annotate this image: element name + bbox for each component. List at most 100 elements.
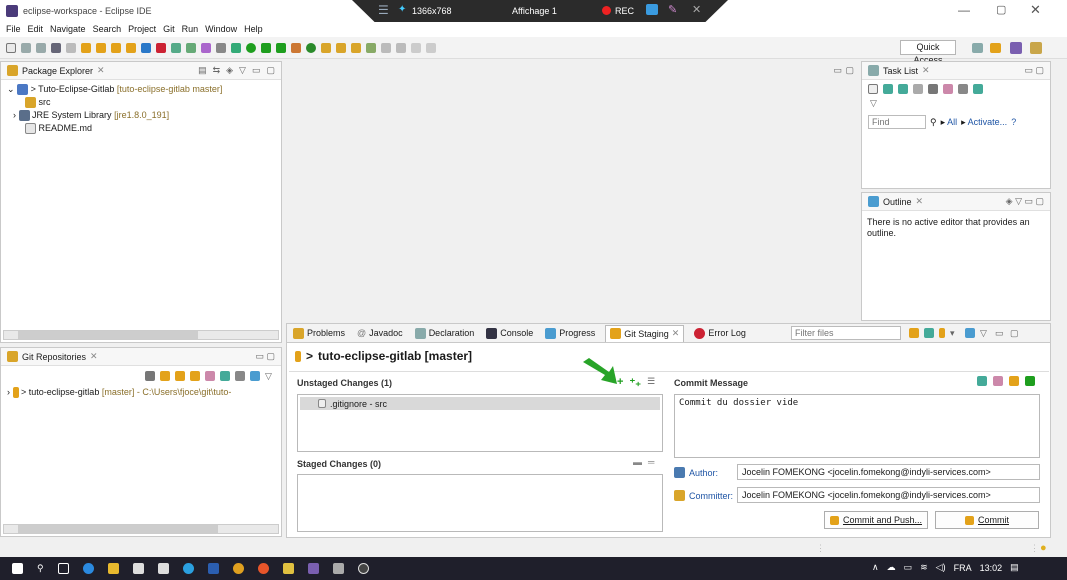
scrollbar-thumb[interactable] <box>18 525 218 533</box>
wifi-icon[interactable]: ≋ <box>920 562 928 573</box>
minimize-icon[interactable]: — <box>958 3 970 17</box>
clone-repo-icon[interactable] <box>175 371 185 381</box>
open-task-icon[interactable] <box>336 43 346 53</box>
link-selection-icon[interactable] <box>924 328 934 338</box>
view-menu-icon[interactable]: ▽ <box>862 98 1050 109</box>
git-repositories-title[interactable]: Git Repositories <box>22 352 86 362</box>
tip-icon[interactable]: ● <box>1040 542 1047 554</box>
view-controls[interactable]: ◈ ▽ ▭ ▢ <box>1006 196 1044 207</box>
mail-icon[interactable] <box>157 563 169 574</box>
all-link[interactable]: ▸ All <box>941 117 958 128</box>
language-indicator[interactable]: FRA <box>954 563 972 573</box>
git-pull-icon[interactable] <box>81 43 91 53</box>
view-controls[interactable]: ▭ ▢ <box>255 351 275 362</box>
menu-item-project[interactable]: Project <box>128 22 156 37</box>
save-icon[interactable] <box>21 43 31 53</box>
close-icon[interactable]: ✕ <box>1030 2 1041 18</box>
tree-item-repository[interactable]: › > tuto-eclipse-gitlab [master] - C:\Us… <box>7 386 275 399</box>
cloud-icon[interactable]: ☁ <box>887 562 896 573</box>
file-explorer-icon[interactable] <box>107 563 119 574</box>
repository-icon[interactable] <box>973 84 983 94</box>
search-icon[interactable] <box>366 43 376 53</box>
recorder-close-icon[interactable]: ✕ <box>692 3 701 16</box>
flat-view-icon[interactable] <box>250 371 260 381</box>
layout-icon[interactable] <box>235 371 245 381</box>
tree-item-src[interactable]: src <box>7 96 275 109</box>
git-sync-icon[interactable] <box>126 43 136 53</box>
add-repo-icon[interactable] <box>160 371 170 381</box>
push-head-icon[interactable] <box>909 328 919 338</box>
create-repo-icon[interactable] <box>190 371 200 381</box>
recorder-taskbar-icon[interactable] <box>357 563 369 574</box>
hide-completed-icon[interactable] <box>928 84 938 94</box>
activate-link[interactable]: ▸ Activate... <box>961 117 1007 128</box>
open-perspective-icon[interactable] <box>972 43 983 53</box>
categorized-icon[interactable] <box>883 84 893 94</box>
git-push-icon[interactable] <box>96 43 106 53</box>
gerrit-icon[interactable] <box>1009 376 1019 386</box>
prev-annotation-icon[interactable] <box>396 43 406 53</box>
sync-icon[interactable] <box>943 84 953 94</box>
commit-message-input[interactable]: Commit du dossier vide <box>674 394 1040 458</box>
recorder-rec-label[interactable]: REC <box>615 6 634 16</box>
commit-and-push-button[interactable]: Commit and Push... <box>824 511 928 529</box>
dropdown-icon[interactable]: ▾ <box>950 328 960 338</box>
close-view-icon[interactable]: ✕ <box>922 65 930 76</box>
new-task-icon[interactable] <box>868 84 878 94</box>
tab-git-staging[interactable]: Git Staging ✕ <box>605 324 685 342</box>
eclipse-taskbar-icon[interactable] <box>307 563 319 574</box>
presentation-icon[interactable] <box>965 328 975 338</box>
notes-icon[interactable] <box>282 563 294 574</box>
outline-title[interactable]: Outline <box>883 197 912 207</box>
refresh-icon[interactable] <box>205 371 215 381</box>
filter-files-input[interactable] <box>791 326 901 340</box>
task-list-title[interactable]: Task List <box>883 66 918 76</box>
filter-icon[interactable]: ⚲ <box>930 117 937 128</box>
author-field[interactable]: Jocelin FOMEKONG <jocelin.fomekong@indyl… <box>737 464 1040 480</box>
editor-minimize-icon[interactable]: ▭ <box>833 65 842 76</box>
task-find-input[interactable] <box>868 115 926 129</box>
add-all-to-index-icon[interactable]: ⁺₊ <box>629 376 641 389</box>
collapse-icon[interactable] <box>958 84 968 94</box>
commit-button[interactable]: Commit <box>935 511 1039 529</box>
tree-item-project[interactable]: ⌄ > Tuto-Eclipse-Gitlab [tuto-eclipse-gi… <box>7 83 275 96</box>
annotation-icon[interactable] <box>381 43 391 53</box>
view-menu-icon[interactable]: ▽ <box>239 65 246 76</box>
save-all-icon[interactable] <box>36 43 46 53</box>
tree-item-readme[interactable]: README.md <box>7 122 275 135</box>
word-icon[interactable] <box>207 563 219 574</box>
notifications-icon[interactable]: ▤ <box>1010 562 1019 573</box>
git-fetch-icon[interactable] <box>111 43 121 53</box>
tab-problems[interactable]: Problems <box>291 327 347 339</box>
menu-icon[interactable]: ☰ <box>378 3 389 17</box>
java-perspective-icon[interactable] <box>1030 42 1042 54</box>
maximize-view-icon[interactable]: ▢ <box>266 65 275 76</box>
app-icon[interactable] <box>332 563 344 574</box>
clock[interactable]: 13:02 <box>980 563 1003 573</box>
new-icon[interactable] <box>6 43 16 53</box>
camera-icon[interactable] <box>646 4 658 15</box>
horizontal-scrollbar[interactable] <box>3 524 279 534</box>
tab-javadoc[interactable]: @ Javadoc <box>355 328 405 338</box>
run-external-icon[interactable] <box>276 43 286 53</box>
tree-item-jre[interactable]: › JRE System Library [jre1.8.0_191] <box>7 109 275 122</box>
pen-icon[interactable]: ✎ <box>668 3 677 16</box>
maven-icon[interactable] <box>201 43 211 53</box>
package-explorer-title[interactable]: Package Explorer <box>22 66 93 76</box>
git-perspective-icon[interactable] <box>990 43 1001 53</box>
run-icon[interactable] <box>246 43 256 53</box>
skype-icon[interactable] <box>182 563 194 574</box>
menu-item-git[interactable]: Git <box>163 22 175 37</box>
repository-icon[interactable] <box>939 328 945 338</box>
store-icon[interactable] <box>132 563 144 574</box>
chrome-icon[interactable] <box>232 563 244 574</box>
view-controls[interactable]: ▭ ▢ <box>1024 65 1044 76</box>
back-icon[interactable] <box>411 43 421 53</box>
collapse-arrow-icon[interactable]: › <box>7 387 10 397</box>
toggle-icon[interactable] <box>66 43 76 53</box>
amend-icon[interactable] <box>993 376 1003 386</box>
sign-off-icon[interactable] <box>977 376 987 386</box>
recorder-display[interactable]: Affichage 1 <box>512 6 557 16</box>
firefox-icon[interactable] <box>257 563 269 574</box>
maximize-icon[interactable]: ▢ <box>996 3 1006 16</box>
